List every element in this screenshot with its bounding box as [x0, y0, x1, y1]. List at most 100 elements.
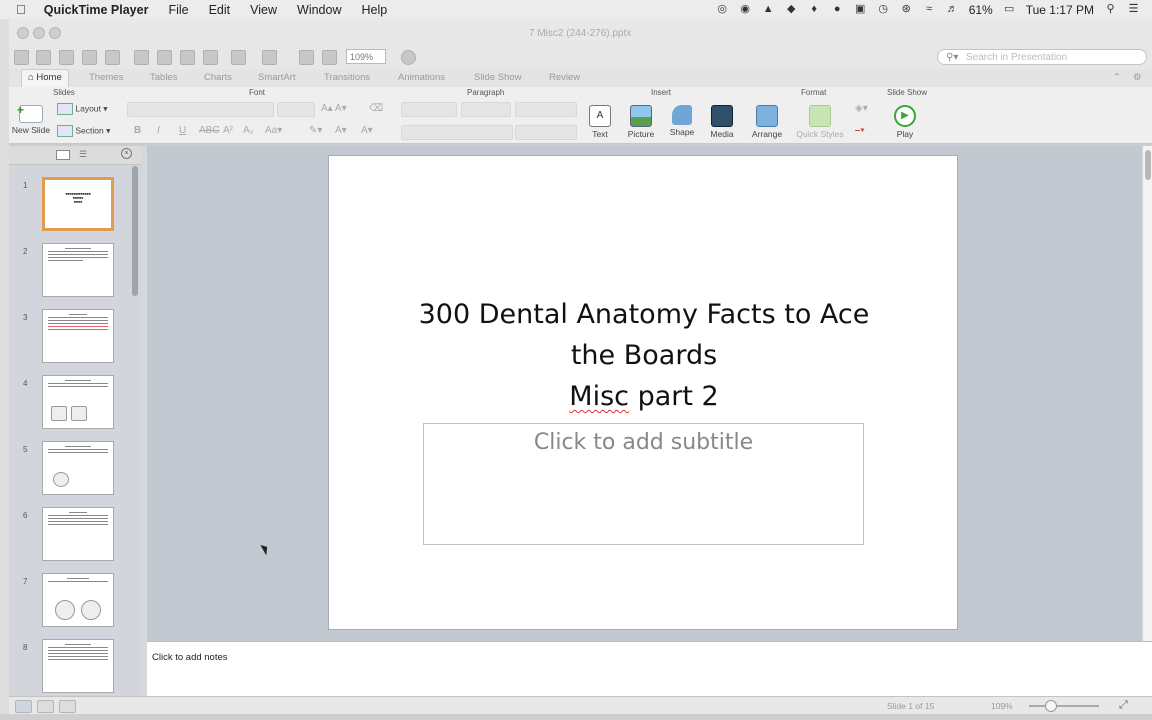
insert-shape-button[interactable]: Shape	[665, 105, 699, 137]
close-window-icon[interactable]	[17, 27, 29, 39]
slide-sorter-icon[interactable]	[37, 700, 54, 713]
app-menu[interactable]: QuickTime Player	[44, 3, 149, 17]
drive-icon[interactable]: ▲	[762, 3, 775, 16]
slide-thumbnail-row[interactable]: 4	[9, 375, 129, 435]
record-icon[interactable]: ◎	[716, 3, 729, 16]
slide-thumbnail[interactable]	[42, 375, 114, 429]
indent-buttons[interactable]	[461, 102, 511, 117]
app-status-icon[interactable]: ●	[831, 3, 844, 16]
menu-edit[interactable]: Edit	[209, 3, 231, 17]
tab-charts[interactable]: Charts	[204, 72, 232, 83]
tab-slide-show[interactable]: Slide Show	[474, 72, 522, 83]
new-icon[interactable]	[14, 50, 29, 65]
superscript-icon[interactable]: A²	[223, 125, 233, 136]
menu-window[interactable]: Window	[297, 3, 341, 17]
insert-media-button[interactable]: Media	[706, 105, 738, 139]
slide-thumbnail-row[interactable]: 7	[9, 573, 129, 633]
subscript-icon[interactable]: A₂	[243, 125, 254, 136]
slide-thumbnail-row[interactable]: 8	[9, 639, 129, 696]
strikethrough-icon[interactable]: ABC	[199, 125, 220, 136]
gallery-icon[interactable]	[299, 50, 314, 65]
close-pane-icon[interactable]: ×	[121, 148, 132, 159]
notification-icon[interactable]: ♦	[808, 3, 821, 16]
open-icon[interactable]	[59, 50, 74, 65]
tab-transitions[interactable]: Transitions	[324, 72, 370, 83]
print-icon[interactable]	[105, 50, 120, 65]
cut-icon[interactable]	[134, 50, 149, 65]
slide-thumbnail-row[interactable]: 6	[9, 507, 129, 567]
quick-styles-button[interactable]: Quick Styles	[793, 105, 847, 139]
font-size-select[interactable]	[277, 102, 315, 117]
tab-animations[interactable]: Animations	[398, 72, 445, 83]
play-button[interactable]: ▶ Play	[889, 105, 921, 139]
fit-window-icon[interactable]: ⤢	[1119, 699, 1128, 712]
zoom-field[interactable]: 109%	[346, 49, 386, 64]
italic-icon[interactable]: I	[157, 125, 160, 136]
tab-home[interactable]: ⌂ Home	[21, 69, 69, 87]
tab-tables[interactable]: Tables	[150, 72, 177, 83]
bold-icon[interactable]: B	[134, 125, 141, 136]
insert-text-button[interactable]: A Text	[585, 105, 615, 139]
tab-review[interactable]: Review	[549, 72, 580, 83]
underline-icon[interactable]: U	[179, 125, 186, 136]
slide-thumbnail[interactable]	[42, 243, 114, 297]
copy-icon[interactable]	[157, 50, 172, 65]
sidebar-toggle-icon[interactable]	[322, 50, 337, 65]
apple-menu-icon[interactable]: 	[16, 2, 26, 17]
zoom-slider-knob[interactable]	[1045, 700, 1057, 712]
notification-center-icon[interactable]: ☰	[1127, 3, 1140, 16]
subtitle-placeholder[interactable]: Click to add subtitle	[423, 423, 864, 545]
scrollbar-thumb[interactable]	[1145, 150, 1151, 180]
slide-thumbnail[interactable]	[42, 507, 114, 561]
dropbox-icon[interactable]: ◆	[785, 3, 798, 16]
slide-thumbnail[interactable]	[42, 441, 114, 495]
menu-view[interactable]: View	[250, 3, 277, 17]
grow-font-icon[interactable]: A▴ A▾	[321, 103, 347, 114]
slide-thumbnail[interactable]	[42, 639, 114, 693]
save-icon[interactable]	[82, 50, 97, 65]
highlight-icon[interactable]: ✎▾	[309, 125, 322, 136]
slide[interactable]: 300 Dental Anatomy Facts to Ace the Boar…	[328, 155, 958, 630]
redo-icon[interactable]	[262, 50, 277, 65]
format-painter-icon[interactable]	[203, 50, 218, 65]
help-icon[interactable]	[401, 50, 416, 65]
new-slide-button[interactable]: + New Slide	[11, 103, 51, 135]
spotlight-icon[interactable]: ⚲	[1104, 3, 1117, 16]
tab-themes[interactable]: Themes	[89, 72, 123, 83]
section-button[interactable]: Section ▾	[57, 125, 110, 137]
layout-button[interactable]: Layout ▾	[57, 103, 108, 115]
slides-view-icon[interactable]	[56, 150, 70, 160]
slide-thumbnail[interactable]: ■■■■■■■■■■■■ ■■■■■ ■■■■	[42, 177, 114, 231]
collapse-ribbon-icon[interactable]: ⌃	[1113, 72, 1121, 83]
slide-title[interactable]: 300 Dental Anatomy Facts to Ace the Boar…	[369, 294, 919, 417]
ribbon-settings-icon[interactable]: ⚙	[1133, 72, 1142, 83]
paste-icon[interactable]	[180, 50, 195, 65]
clock[interactable]: Tue 1:17 PM	[1026, 3, 1094, 17]
minimize-window-icon[interactable]	[33, 27, 45, 39]
templates-icon[interactable]	[36, 50, 51, 65]
font-name-select[interactable]	[127, 102, 274, 117]
text-direction-select[interactable]	[515, 125, 577, 140]
time-machine-icon[interactable]: ◷	[877, 3, 890, 16]
line-spacing-select[interactable]	[515, 102, 577, 117]
search-input[interactable]: ⚲▾ Search in Presentation	[937, 49, 1147, 65]
volume-icon[interactable]: ♬	[946, 3, 959, 16]
vertical-scrollbar[interactable]	[1142, 146, 1152, 641]
insert-picture-button[interactable]: Picture	[623, 105, 659, 139]
slide-thumbnail-row[interactable]: 3	[9, 309, 129, 369]
bluetooth-icon[interactable]: ⊛	[900, 3, 913, 16]
slide-thumbnail-row[interactable]: 1 ■■■■■■■■■■■■ ■■■■■ ■■■■	[9, 177, 129, 237]
alignment-buttons[interactable]	[401, 125, 513, 140]
bullets-select[interactable]	[401, 102, 457, 117]
slide-thumbnail[interactable]	[42, 573, 114, 627]
zoom-window-icon[interactable]	[49, 27, 61, 39]
undo-icon[interactable]	[231, 50, 246, 65]
slide-thumbnail-row[interactable]: 2	[9, 243, 129, 303]
arrange-button[interactable]: Arrange	[749, 105, 785, 139]
normal-view-icon[interactable]	[15, 700, 32, 713]
slide-thumbnail-row[interactable]: 5	[9, 441, 129, 501]
battery-icon[interactable]: ▭	[1003, 3, 1016, 16]
change-case-icon[interactable]: Aa▾	[265, 125, 282, 136]
slide-thumbnail[interactable]	[42, 309, 114, 363]
slides-pane-scrollbar[interactable]	[132, 166, 138, 296]
